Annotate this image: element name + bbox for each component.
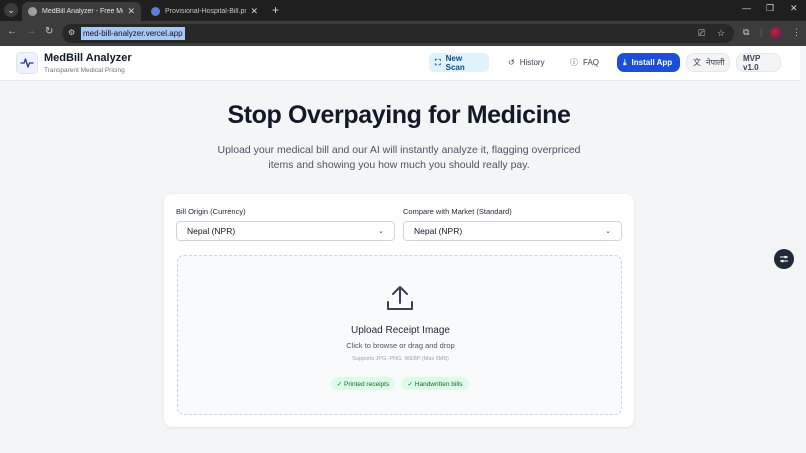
market-compare-label: Compare with Market (Standard) (403, 207, 512, 216)
window-close-icon[interactable]: ✕ (790, 3, 798, 14)
floating-settings-button[interactable] (774, 249, 794, 269)
install-pwa-icon[interactable]: ⎚ (698, 28, 705, 39)
faq-label: FAQ (583, 58, 600, 67)
new-scan-button[interactable]: ⛶ New Scan (429, 53, 489, 72)
medbill-favicon-icon (28, 7, 37, 16)
history-icon: ↺ (508, 58, 515, 67)
page-scrollbar[interactable] (800, 46, 806, 453)
upload-title: Upload Receipt Image (351, 325, 450, 336)
brand-name[interactable]: MedBill Analyzer (44, 52, 132, 64)
bill-origin-label: Bill Origin (Currency) (176, 207, 246, 216)
sliders-icon (780, 255, 788, 263)
upload-format-note: Supports JPG, PNG, WEBP (Max 5MB) (352, 356, 449, 362)
upload-subtitle: Click to browse or drag and drop (346, 341, 455, 350)
handwritten-bills-chip: ✓ Handwritten bills (401, 377, 469, 390)
browser-toolbar: ← → ↻ ⚙ med-bill-analyzer.vercel.app ⎚ ☆… (0, 21, 806, 46)
upload-icon (384, 282, 416, 314)
hero-title: Stop Overpaying for Medicine (227, 101, 571, 129)
profile-avatar[interactable] (770, 27, 782, 39)
close-tab-icon[interactable]: ✕ (250, 6, 258, 17)
browser-tab-hospital-bill[interactable]: Provisional-Hospital-Bill.png (3 ✕ (145, 2, 264, 21)
toolbar-divider: | (760, 27, 763, 37)
bill-origin-select[interactable]: Nepal (NPR) ⌄ (176, 221, 395, 241)
chevron-down-icon: ⌄ (605, 228, 611, 235)
app-header: MedBill Analyzer Transparent Medical Pri… (0, 46, 806, 81)
pulse-logo-icon[interactable] (16, 52, 38, 74)
new-scan-label: New Scan (445, 53, 465, 72)
history-button[interactable]: ↺ History (502, 53, 555, 72)
extensions-icon[interactable]: ⧉ (743, 27, 749, 38)
reload-icon[interactable]: ↻ (45, 26, 53, 37)
site-info-icon[interactable]: ⚙ (68, 28, 78, 38)
address-bar[interactable]: ⚙ med-bill-analyzer.vercel.app ⎚ ☆ (62, 24, 734, 43)
language-label: नेपाली (706, 58, 725, 67)
browser-menu-icon[interactable]: ⋮ (792, 27, 801, 38)
bookmark-star-icon[interactable]: ☆ (717, 28, 725, 39)
tab-search-button[interactable]: ⌄ (4, 3, 18, 17)
chevron-down-icon: ⌄ (378, 228, 384, 235)
help-circle-icon: ⓘ (570, 58, 578, 67)
install-app-label: Install App (631, 58, 673, 67)
market-compare-select[interactable]: Nepal (NPR) ⌄ (403, 221, 622, 241)
tab-title: Provisional-Hospital-Bill.png (3 (165, 8, 247, 15)
scan-icon: ⛶ (435, 57, 441, 67)
language-toggle-button[interactable]: 文 नेपाली (686, 53, 730, 72)
url-text[interactable]: med-bill-analyzer.vercel.app (81, 27, 185, 40)
app-page: MedBill Analyzer Transparent Medical Pri… (0, 46, 806, 453)
version-badge: MVP v1.0 (736, 53, 781, 72)
brand-tagline: Transparent Medical Pricing (44, 67, 125, 74)
browser-tab-medbill[interactable]: MedBill Analyzer - Free Medica ✕ (22, 2, 141, 21)
new-tab-plus-icon[interactable]: + (272, 3, 279, 17)
tab-title: MedBill Analyzer - Free Medica (42, 8, 123, 15)
install-app-button[interactable]: ⤓ Install App (617, 53, 680, 72)
image-file-favicon-icon (151, 7, 160, 16)
translate-icon: 文 (693, 58, 701, 67)
close-tab-icon[interactable]: ✕ (127, 6, 135, 17)
faq-button[interactable]: ⓘ FAQ (564, 53, 604, 72)
upload-card: Bill Origin (Currency) Nepal (NPR) ⌄ Com… (164, 194, 634, 427)
market-compare-value: Nepal (NPR) (414, 226, 463, 236)
browser-tab-bar: ⌄ MedBill Analyzer - Free Medica ✕ Provi… (0, 0, 806, 21)
minimize-icon[interactable]: — (742, 3, 751, 13)
restore-icon[interactable]: ❐ (766, 3, 774, 14)
back-arrow-icon[interactable]: ← (7, 26, 17, 37)
forward-arrow-icon[interactable]: → (26, 26, 36, 37)
receipt-dropzone[interactable]: Upload Receipt Image Click to browse or … (177, 255, 622, 415)
bill-origin-value: Nepal (NPR) (187, 226, 236, 236)
hero-subtitle: Upload your medical bill and our AI will… (217, 144, 581, 171)
version-label: MVP v1.0 (743, 53, 761, 72)
printed-receipts-chip: ✓ Printed receipts (331, 377, 395, 390)
download-icon: ⤓ (623, 57, 627, 67)
history-label: History (519, 58, 545, 67)
